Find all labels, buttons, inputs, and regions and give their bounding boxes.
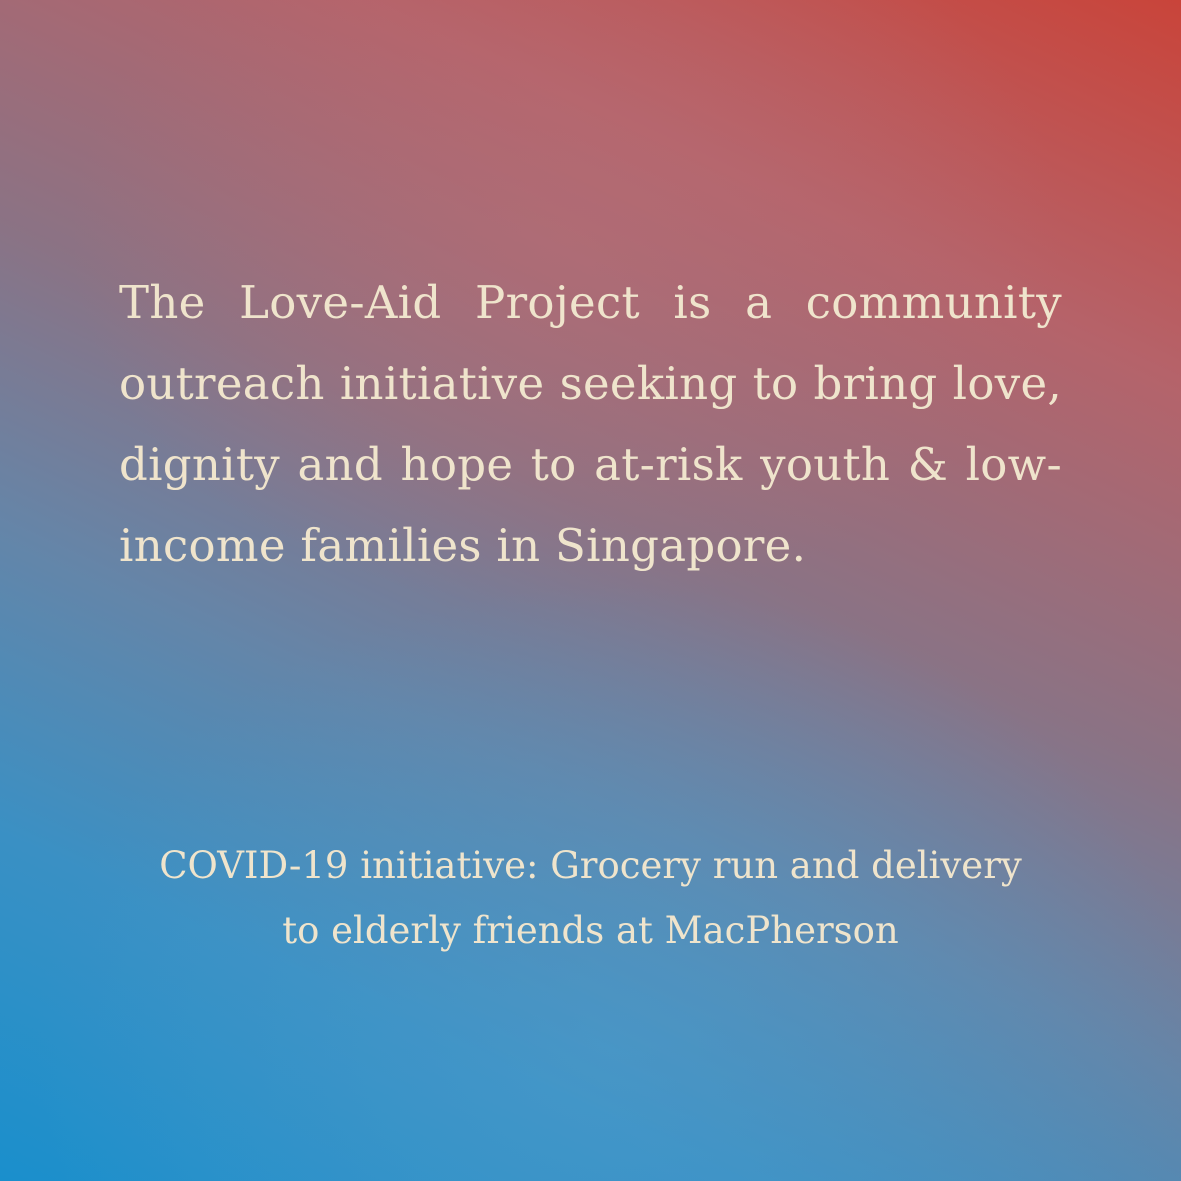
project-description: The Love-Aid Project is a community outr… [119, 276, 1062, 572]
covid-initiative-note: COVID-19 initiative: Grocery run and del… [90, 833, 1091, 963]
covid-note-line-1: COVID-19 initiative: Grocery run and del… [159, 844, 1022, 887]
covid-note-line-2: to elderly friends at MacPherson [282, 909, 899, 952]
gradient-background: The Love-Aid Project is a community outr… [0, 0, 1181, 1181]
